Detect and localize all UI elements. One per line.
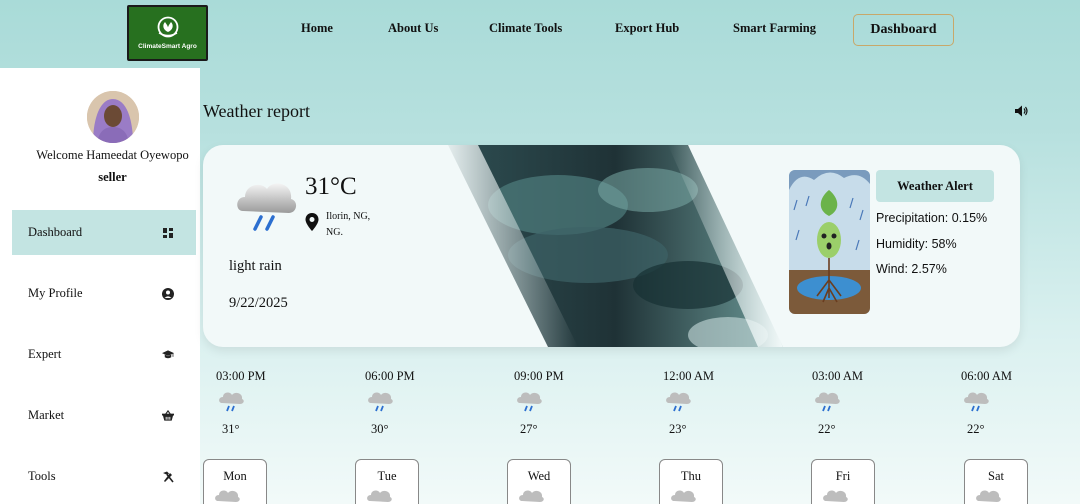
speaker-icon[interactable] (1014, 104, 1028, 118)
rain-cloud-icon (823, 490, 848, 502)
hourly-forecast-item: 03:00 AM 22° (812, 369, 902, 437)
sidebar-item-my-profile[interactable]: My Profile (12, 271, 196, 316)
day-name: Sat (988, 469, 1004, 483)
weather-alert-illustration (789, 170, 870, 314)
sidebar-item-expert[interactable]: Expert (12, 332, 196, 377)
rain-cloud-icon (367, 490, 392, 502)
page-title: Weather report (203, 101, 310, 121)
hourly-temp: 27° (520, 422, 538, 436)
daily-forecast-card[interactable]: Thu (659, 459, 723, 504)
user-role: seller (98, 170, 127, 184)
hourly-time: 06:00 AM (961, 369, 1013, 383)
sidebar-item-label: Dashboard (28, 225, 83, 239)
hourly-forecast-item: 12:00 AM 23° (663, 369, 753, 437)
rain-cloud-icon (671, 490, 696, 502)
hammer-icon (162, 471, 174, 483)
sidebar-item-label: Market (28, 408, 65, 422)
day-name: Mon (223, 469, 247, 483)
hourly-time: 03:00 PM (216, 369, 266, 383)
leaf-logo-icon (157, 16, 178, 38)
hourly-time: 12:00 AM (663, 369, 715, 383)
location-pin-icon (305, 213, 319, 231)
rain-cloud-icon (517, 392, 542, 412)
nav-climate-tools[interactable]: Climate Tools (489, 21, 562, 36)
sidebar-item-market[interactable]: Market (12, 393, 196, 438)
hourly-temp: 23° (669, 422, 687, 436)
sidebar-item-label: My Profile (28, 286, 83, 300)
daily-forecast-card[interactable]: Mon (203, 459, 267, 504)
sidebar-item-label: Tools (28, 469, 56, 483)
hourly-temp: 30° (371, 422, 389, 436)
sidebar-item-label: Expert (28, 347, 62, 361)
sidebar-item-dashboard[interactable]: Dashboard (12, 210, 196, 255)
hourly-temp: 31° (222, 422, 240, 436)
nav-dashboard-button[interactable]: Dashboard (853, 14, 954, 46)
welcome-text: Welcome Hameedat Oyewopo (36, 148, 189, 162)
logo[interactable]: ClimateSmart Agro (127, 5, 208, 61)
nav-home[interactable]: Home (301, 21, 333, 36)
weather-alert-title: Weather Alert (876, 170, 994, 202)
rain-cloud-icon (215, 490, 240, 502)
sidebar-item-tools[interactable]: Tools (12, 454, 196, 499)
rain-cloud-icon (237, 183, 297, 231)
daily-forecast-card[interactable]: Sat (964, 459, 1028, 504)
hourly-temp: 22° (818, 422, 836, 436)
daily-forecast-card[interactable]: Fri (811, 459, 875, 504)
avatar-image (87, 91, 139, 143)
current-temperature: 31°C (305, 173, 357, 200)
sidebar: Welcome Hameedat Oyewopo seller Dashboar… (0, 68, 200, 504)
rain-cloud-icon (976, 490, 1001, 502)
weather-date: 9/22/2025 (229, 295, 288, 311)
humidity-text: Humidity: 58% (876, 237, 957, 251)
rain-cloud-icon (519, 490, 544, 502)
rain-cloud-icon (964, 392, 989, 412)
rain-cloud-icon (368, 392, 393, 412)
daily-forecast-card[interactable]: Tue (355, 459, 419, 504)
nav-export-hub[interactable]: Export Hub (615, 21, 679, 36)
day-name: Tue (377, 469, 397, 483)
hourly-temp: 22° (967, 422, 985, 436)
precipitation-text: Precipitation: 0.15% (876, 211, 988, 225)
day-name: Wed (527, 469, 551, 483)
wind-text: Wind: 2.57% (876, 262, 947, 276)
hourly-forecast-item: 09:00 PM 27° (514, 369, 604, 437)
storm-background-image (438, 145, 783, 347)
location-line-2: NG. (326, 227, 343, 238)
nav-smart-farming[interactable]: Smart Farming (733, 21, 816, 36)
weather-condition: light rain (229, 258, 282, 274)
hourly-time: 09:00 PM (514, 369, 564, 383)
weather-card: 31°C Ilorin, NG, NG. light rain 9/22/202… (203, 145, 1020, 347)
hourly-time: 06:00 PM (365, 369, 415, 383)
daily-forecast-card[interactable]: Wed (507, 459, 571, 504)
hourly-forecast-item: 06:00 AM 22° (961, 369, 1051, 437)
user-circle-icon (162, 287, 174, 300)
rain-cloud-icon (666, 392, 691, 412)
hourly-forecast-item: 03:00 PM 31° (216, 369, 306, 437)
logo-text: ClimateSmart Agro (138, 43, 197, 50)
graduation-cap-icon (162, 349, 174, 361)
day-name: Fri (835, 469, 851, 483)
basket-icon (162, 410, 174, 422)
nav-about-us[interactable]: About Us (388, 21, 438, 36)
hourly-forecast-item: 06:00 PM 30° (365, 369, 455, 437)
grid-icon (162, 227, 174, 239)
day-name: Thu (680, 469, 702, 483)
rain-cloud-icon (219, 392, 244, 412)
location-line-1: Ilorin, NG, (326, 211, 371, 222)
hourly-time: 03:00 AM (812, 369, 864, 383)
rain-cloud-icon (815, 392, 840, 412)
avatar[interactable] (87, 91, 139, 143)
